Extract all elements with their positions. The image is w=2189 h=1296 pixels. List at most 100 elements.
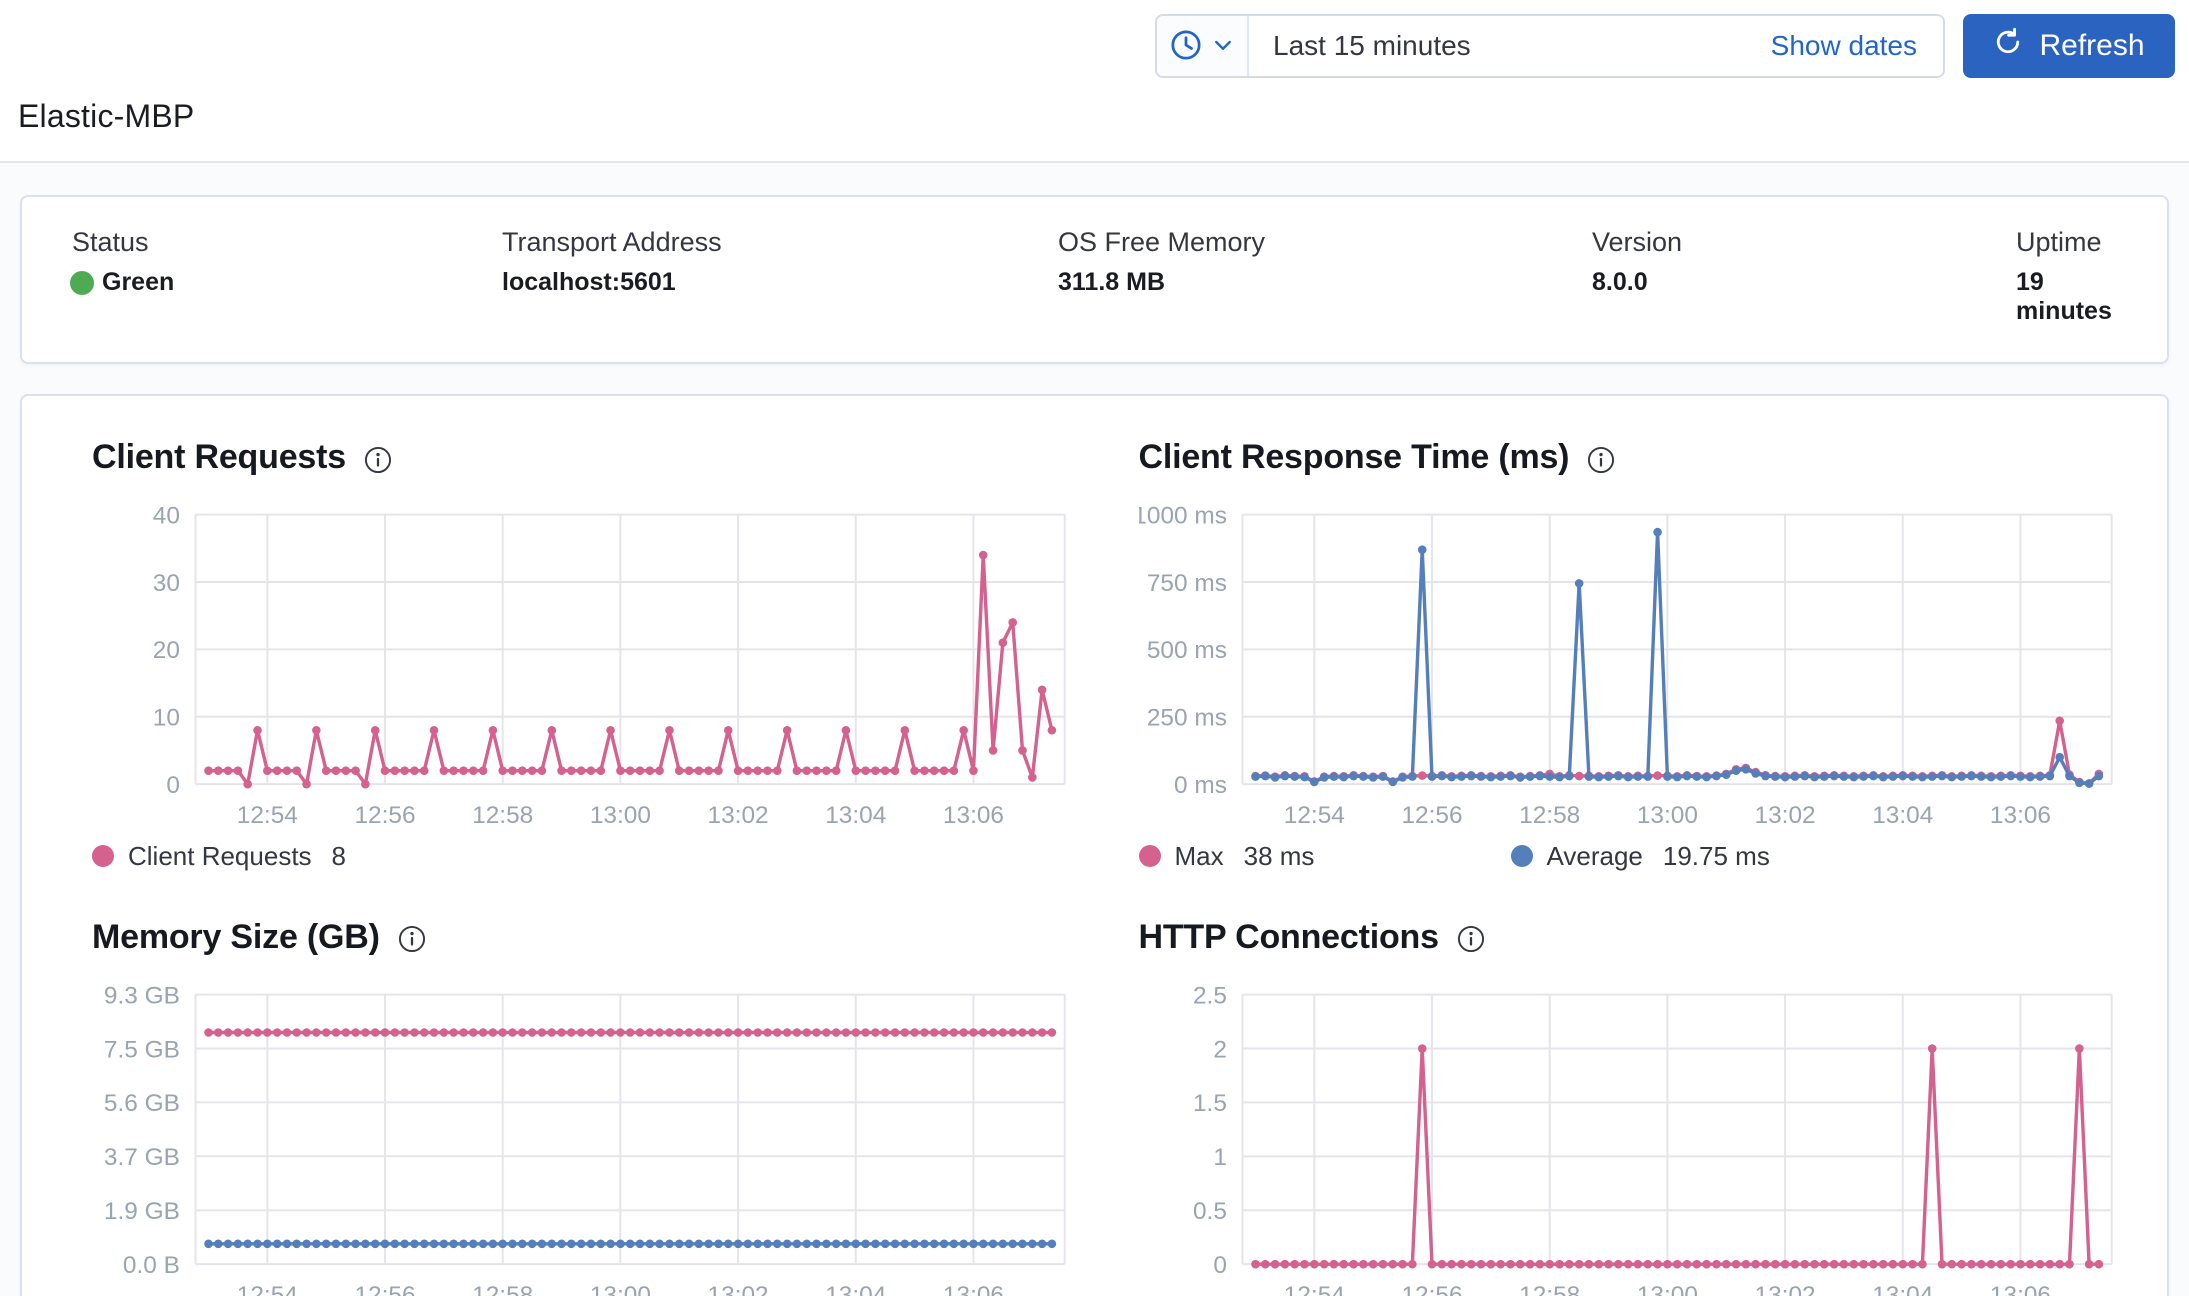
svg-text:13:00: 13:00 [590,802,651,829]
svg-text:12:58: 12:58 [472,1282,533,1296]
legend-label: Client Requests [128,840,312,871]
legend-dot [92,845,114,868]
svg-text:1.9 GB: 1.9 GB [104,1198,180,1225]
status-item-uptime: Uptime 19 minutes [2016,227,2137,326]
svg-text:12:54: 12:54 [237,1282,298,1296]
client-response-time-chart-block: Client Response Time (ms) 1000 ms 750 ms 5… [1117,438,2120,872]
svg-text:12:58: 12:58 [1519,1282,1580,1296]
transport-address-value: localhost:5601 [502,268,676,296]
svg-text:13:02: 13:02 [1754,1282,1815,1296]
version-label: Version [1592,227,1683,257]
svg-text:20: 20 [153,637,180,664]
http-connections-chart-block: HTTP Connections 2.5 2 1.5 1 0.5 0 12:54 12:56 1… [1117,918,2120,1296]
svg-text:250 ms: 250 ms [1146,705,1226,732]
svg-text:3.7 GB: 3.7 GB [104,1144,180,1171]
svg-text:12:56: 12:56 [354,1282,415,1296]
status-item-transport-address: Transport Address localhost:5601 [502,227,1058,326]
svg-text:10: 10 [153,705,180,732]
svg-text:13:00: 13:00 [1636,802,1697,829]
svg-text:13:06: 13:06 [1989,1282,2050,1296]
status-item-version: Version 8.0.0 [1592,227,2016,326]
info-icon[interactable] [398,925,426,953]
page-title: Elastic-MBP [18,98,195,134]
client-requests-legend: Client Requests 8 [92,841,1073,872]
svg-text:12:56: 12:56 [1401,1282,1462,1296]
svg-text:12:56: 12:56 [1401,802,1462,829]
time-picker: Last 15 minutes Show dates Refresh [1155,14,2175,78]
svg-text:13:04: 13:04 [825,802,886,829]
chevron-down-icon [1211,33,1235,60]
chart-title-memory-size: Memory Size (GB) [92,917,380,956]
main-content: Status Green Transport Address localhost… [0,195,2189,1296]
svg-text:0 ms: 0 ms [1174,772,1227,799]
svg-text:12:54: 12:54 [1283,1282,1344,1296]
svg-text:12:58: 12:58 [1519,802,1580,829]
svg-text:13:04: 13:04 [1872,802,1933,829]
refresh-button[interactable]: Refresh [1963,14,2175,78]
svg-text:0.0 B: 0.0 B [123,1252,180,1279]
svg-text:750 ms: 750 ms [1146,570,1226,597]
status-item-status: Status Green [70,227,502,326]
svg-text:0: 0 [1213,1252,1227,1279]
uptime-value: 19 minutes [2016,268,2112,325]
time-range-display[interactable]: Last 15 minutes [1249,16,1771,76]
svg-text:1: 1 [1213,1144,1227,1171]
legend-item: Average 19.75 ms [1510,840,1883,872]
svg-text:13:06: 13:06 [1989,802,2050,829]
svg-text:12:58: 12:58 [472,802,533,829]
svg-text:2: 2 [1213,1036,1227,1063]
http-connections-chart: 2.5 2 1.5 1 0.5 0 12:54 12:56 12:58 13:00 13:02 13:… [1192,982,2113,1296]
os-free-memory-value: 311.8 MB [1058,268,1166,296]
refresh-icon [1993,27,2023,65]
info-icon[interactable] [364,446,392,474]
svg-text:30: 30 [153,570,180,597]
svg-text:12:56: 12:56 [354,802,415,829]
charts-panel: Client Requests 40 30 20 10 0 12:54 12:56 12:58… [20,394,2169,1296]
svg-text:2.5: 2.5 [1192,982,1226,1009]
svg-text:13:04: 13:04 [1872,1282,1933,1296]
info-icon[interactable] [1457,925,1485,953]
legend-value: 19.75 ms [1662,840,1770,871]
status-green-dot [70,270,94,295]
svg-text:0.5: 0.5 [1192,1198,1226,1225]
legend-dot [1510,845,1533,868]
svg-text:40: 40 [153,502,180,529]
svg-text:13:02: 13:02 [1754,802,1815,829]
info-icon[interactable] [1587,446,1615,474]
legend-value: 38 ms [1243,840,1315,871]
os-free-memory-label: OS Free Memory [1058,227,1266,257]
legend-dot [1138,845,1161,868]
clock-icon [1169,28,1203,65]
svg-text:13:00: 13:00 [1636,1282,1697,1296]
time-picker-quick-menu-button[interactable] [1157,16,1249,76]
chart-title-http-connections: HTTP Connections [1138,917,1439,956]
chart-title-client-response-time: Client Response Time (ms) [1138,438,1570,476]
memory-size-chart: 9.3 GB 7.5 GB 5.6 GB 3.7 GB 1.9 GB 0.0 B 12:54… [104,982,1066,1296]
status-label: Status [72,227,149,257]
client-requests-chart-block: Client Requests 40 30 20 10 0 12:54 12:56 12:58… [70,438,1073,872]
client-response-time-chart: 1000 ms 750 ms 500 ms 250 ms 0 ms 12:54 12:56 1… [1139,502,2113,829]
chart-title-client-requests: Client Requests [92,438,346,476]
svg-text:1000 ms: 1000 ms [1139,502,1227,529]
svg-text:1.5: 1.5 [1192,1090,1226,1117]
refresh-button-label: Refresh [2039,29,2145,62]
svg-text:13:02: 13:02 [708,1282,769,1296]
svg-text:5.6 GB: 5.6 GB [104,1090,180,1117]
legend-item: Client Requests 8 [92,841,464,872]
svg-text:0: 0 [166,772,180,799]
status-item-os-free-memory: OS Free Memory 311.8 MB [1058,227,1592,326]
svg-text:7.5 GB: 7.5 GB [104,1036,180,1063]
svg-text:500 ms: 500 ms [1146,637,1226,664]
show-dates-link[interactable]: Show dates [1770,16,1943,76]
time-picker-row: Last 15 minutes Show dates Refresh [14,14,2175,78]
version-value: 8.0.0 [1592,268,1648,296]
svg-text:12:54: 12:54 [237,802,298,829]
svg-text:13:02: 13:02 [708,802,769,829]
client-response-time-legend: Max 38 ms Average 19.75 ms [1138,840,2120,872]
status-value: Green [102,268,175,296]
client-requests-chart: 40 30 20 10 0 12:54 12:56 12:58 13:00 13:02 13:04 1… [153,502,1066,829]
legend-item: Max 38 ms [1138,840,1511,872]
legend-label: Average [1546,840,1643,871]
top-header: Last 15 minutes Show dates Refresh Elast… [0,0,2189,163]
svg-text:13:00: 13:00 [590,1282,651,1296]
